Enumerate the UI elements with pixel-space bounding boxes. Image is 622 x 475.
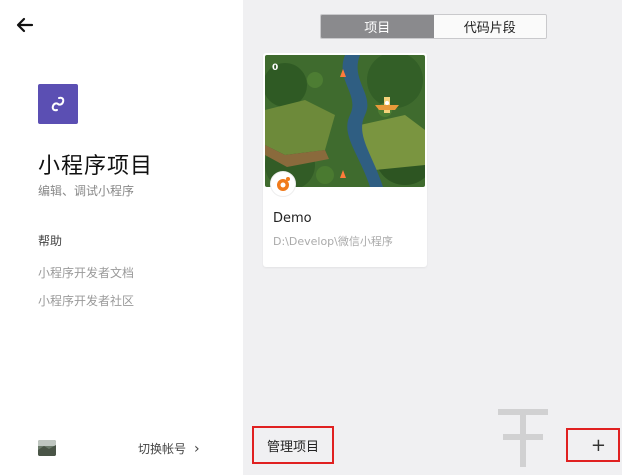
help-heading: 帮助 (38, 234, 63, 248)
page-subtitle: 编辑、调试小程序 (38, 184, 135, 198)
project-thumbnail: 0 (265, 55, 425, 187)
project-avatar-icon (270, 171, 296, 197)
tab-bar: 项目 代码片段 (320, 14, 547, 39)
chevron-right-icon: › (194, 440, 200, 457)
project-card[interactable]: 0 Demo D:\Develop\微信小程序 (263, 53, 427, 267)
switch-account-button[interactable]: 切换帐号 › (138, 440, 200, 457)
developer-community-link[interactable]: 小程序开发者社区 (38, 292, 134, 309)
tab-code-snippets[interactable]: 代码片段 (433, 15, 546, 38)
sidebar: 小程序项目 编辑、调试小程序 帮助 小程序开发者文档 小程序开发者社区 切换帐号… (0, 0, 243, 475)
add-project-button[interactable]: + (566, 428, 620, 462)
arrow-left-icon[interactable] (14, 14, 36, 36)
project-path: D:\Develop\微信小程序 (273, 235, 393, 248)
page-title: 小程序项目 (38, 154, 154, 179)
watermark-logo-icon (498, 409, 548, 467)
tab-projects[interactable]: 项目 (321, 15, 434, 38)
project-name: Demo (273, 211, 312, 226)
developer-docs-link[interactable]: 小程序开发者文档 (38, 264, 134, 281)
manage-projects-button[interactable]: 管理项目 (252, 426, 334, 464)
mini-program-logo-icon (38, 84, 78, 124)
avatar (38, 440, 56, 456)
thumbnail-counter: 0 (272, 63, 279, 73)
switch-account-label: 切换帐号 (138, 442, 187, 456)
